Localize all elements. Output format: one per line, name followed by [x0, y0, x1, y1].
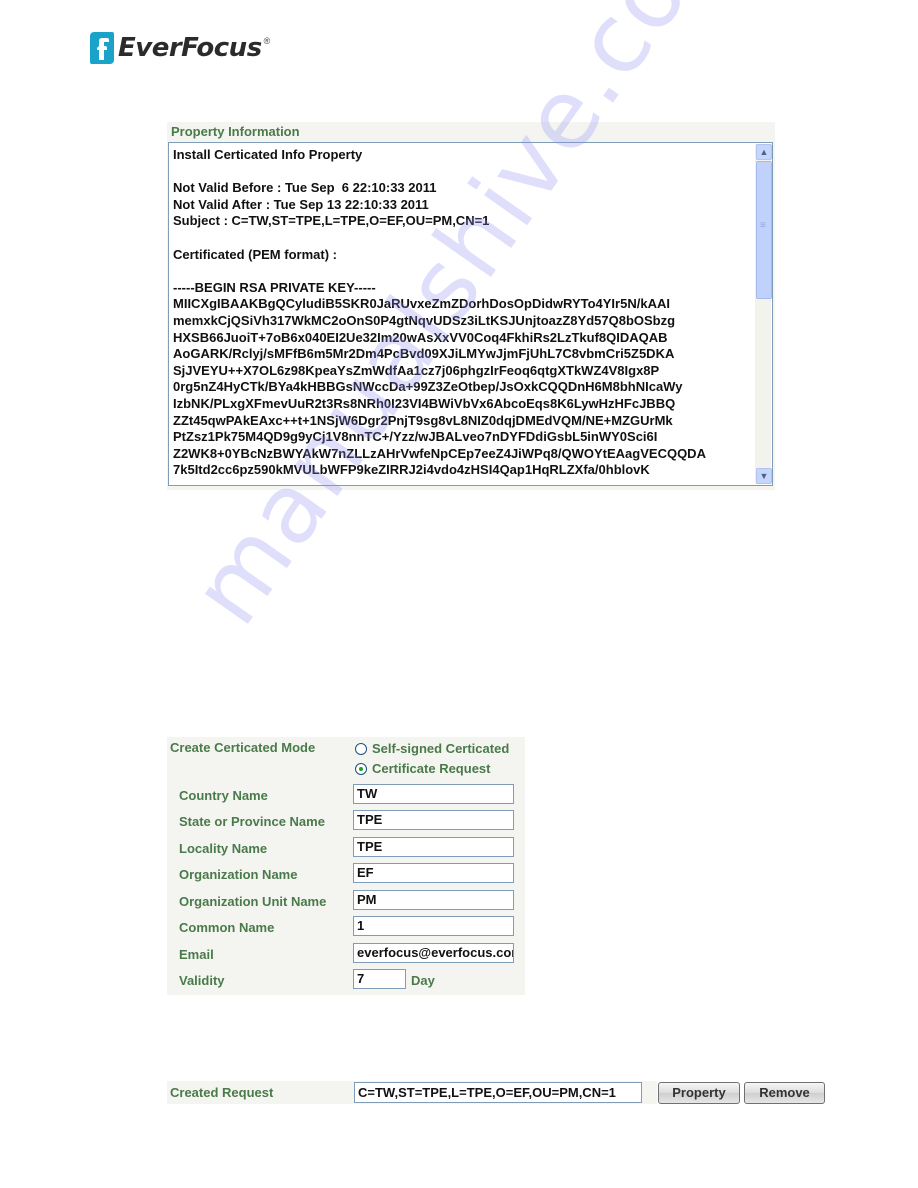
created-request-row: Created Request C=TW,ST=TPE,L=TPE,O=EF,O…	[167, 1081, 657, 1104]
organization-unit-label: Organization Unit Name	[179, 894, 327, 909]
property-information-text: Install Certicated Info Property Not Val…	[173, 147, 706, 478]
common-name-input[interactable]: 1	[353, 916, 514, 936]
email-label: Email	[179, 947, 214, 962]
remove-button[interactable]: Remove	[744, 1082, 825, 1104]
organization-name-label: Organization Name	[179, 867, 298, 882]
country-name-input[interactable]: TW	[353, 784, 514, 804]
everfocus-logo-icon	[90, 32, 114, 64]
validity-label: Validity	[179, 973, 225, 988]
scroll-up-arrow-icon[interactable]: ▲	[756, 144, 772, 160]
scroll-down-arrow-icon[interactable]: ▼	[756, 468, 772, 484]
property-button[interactable]: Property	[658, 1082, 740, 1104]
vertical-scrollbar[interactable]: ▲ ▼	[755, 144, 772, 484]
organization-name-input[interactable]: EF	[353, 863, 514, 883]
locality-name-input[interactable]: TPE	[353, 837, 514, 857]
created-request-label: Created Request	[170, 1085, 274, 1100]
validity-unit-label: Day	[411, 973, 435, 988]
common-name-label: Common Name	[179, 920, 275, 935]
property-information-textarea[interactable]: Install Certicated Info Property Not Val…	[168, 142, 773, 486]
created-request-input[interactable]: C=TW,ST=TPE,L=TPE,O=EF,OU=PM,CN=1	[354, 1082, 642, 1103]
validity-input[interactable]: 7	[353, 969, 406, 989]
radio-button-icon[interactable]	[355, 742, 367, 755]
radio-certificate-request[interactable]: Certificate Request	[355, 761, 490, 776]
property-information-title: Property Information	[171, 124, 300, 139]
locality-name-label: Locality Name	[179, 841, 268, 856]
radio-certificate-request-label: Certificate Request	[372, 761, 491, 776]
everfocus-logo: EverFocus ®	[90, 30, 270, 66]
state-province-input[interactable]: TPE	[353, 810, 514, 830]
property-information-panel: Property Information Install Certicated …	[167, 122, 775, 490]
scrollbar-thumb[interactable]	[756, 161, 772, 299]
radio-self-signed-label: Self-signed Certicated	[372, 741, 510, 756]
radio-self-signed[interactable]: Self-signed Certicated	[355, 741, 509, 756]
radio-button-checked-icon[interactable]	[355, 762, 367, 775]
create-certificate-panel: Create Certicated Mode Self-signed Certi…	[167, 737, 525, 995]
brand-name: EverFocus	[118, 33, 262, 63]
country-name-label: Country Name	[179, 788, 268, 803]
create-mode-label: Create Certicated Mode	[170, 740, 316, 755]
organization-unit-input[interactable]: PM	[353, 890, 514, 910]
registered-mark: ®	[263, 36, 271, 46]
state-province-label: State or Province Name	[179, 814, 325, 829]
email-input[interactable]: everfocus@everfocus.com	[353, 943, 514, 963]
